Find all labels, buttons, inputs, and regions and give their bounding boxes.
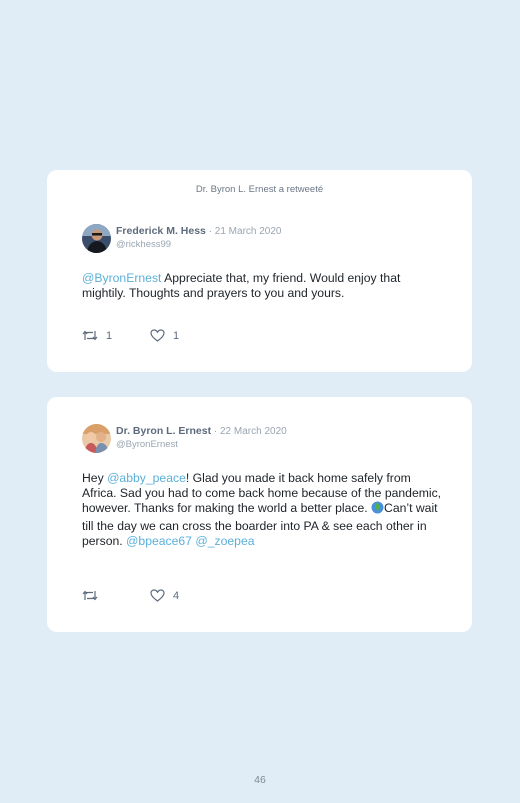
retweet-action[interactable]: 1 <box>82 329 112 342</box>
mention-link[interactable]: @bpeace67 <box>126 534 192 548</box>
retweet-icon[interactable] <box>82 589 98 602</box>
tweet-date: · 22 March 2020 <box>211 426 287 437</box>
author-handle[interactable]: @ByronErnest <box>116 439 178 450</box>
tweet-card: Dr. Byron L. Ernest · 22 March 2020 @Byr… <box>47 397 472 632</box>
like-count: 1 <box>173 329 180 342</box>
author-name[interactable]: Frederick M. Hess <box>116 225 206 237</box>
like-action[interactable]: 1 <box>150 329 179 342</box>
mention-link[interactable]: @ByronErnest <box>82 271 161 285</box>
author-line: Dr. Byron L. Ernest · 22 March 2020 <box>116 425 287 437</box>
tweet-text: Hey @abby_peace! Glad you made it back h… <box>82 471 442 549</box>
retweet-icon[interactable] <box>82 329 98 342</box>
avatar[interactable] <box>82 224 111 253</box>
like-count: 4 <box>173 589 180 602</box>
author-name[interactable]: Dr. Byron L. Ernest <box>116 425 211 437</box>
page-number: 46 <box>254 774 266 786</box>
globe-africa-icon <box>371 501 384 518</box>
tweet-actions: 4 <box>82 589 202 603</box>
heart-icon[interactable] <box>150 329 165 342</box>
like-action[interactable]: 4 <box>150 589 179 602</box>
retweet-action[interactable] <box>82 589 98 602</box>
tweet-text-segment: Hey <box>82 471 108 485</box>
retweet-note: Dr. Byron L. Ernest a retweeté <box>195 184 324 195</box>
author-line: Frederick M. Hess · 21 March 2020 <box>116 225 282 237</box>
tweet-date: · 21 March 2020 <box>205 226 282 237</box>
tweet-card: Dr. Byron L. Ernest a retweeté Frederick… <box>47 170 472 372</box>
mention-link[interactable]: @abby_peace <box>107 471 186 485</box>
avatar[interactable] <box>82 424 111 453</box>
mention-link[interactable]: @_zoepea <box>195 534 254 548</box>
retweet-count: 1 <box>106 329 113 342</box>
tweet-actions: 1 1 <box>82 329 202 343</box>
author-handle[interactable]: @rickhess99 <box>116 239 171 250</box>
tweet-text: @ByronErnest Appreciate that, my friend.… <box>82 271 442 301</box>
heart-icon[interactable] <box>150 589 165 602</box>
